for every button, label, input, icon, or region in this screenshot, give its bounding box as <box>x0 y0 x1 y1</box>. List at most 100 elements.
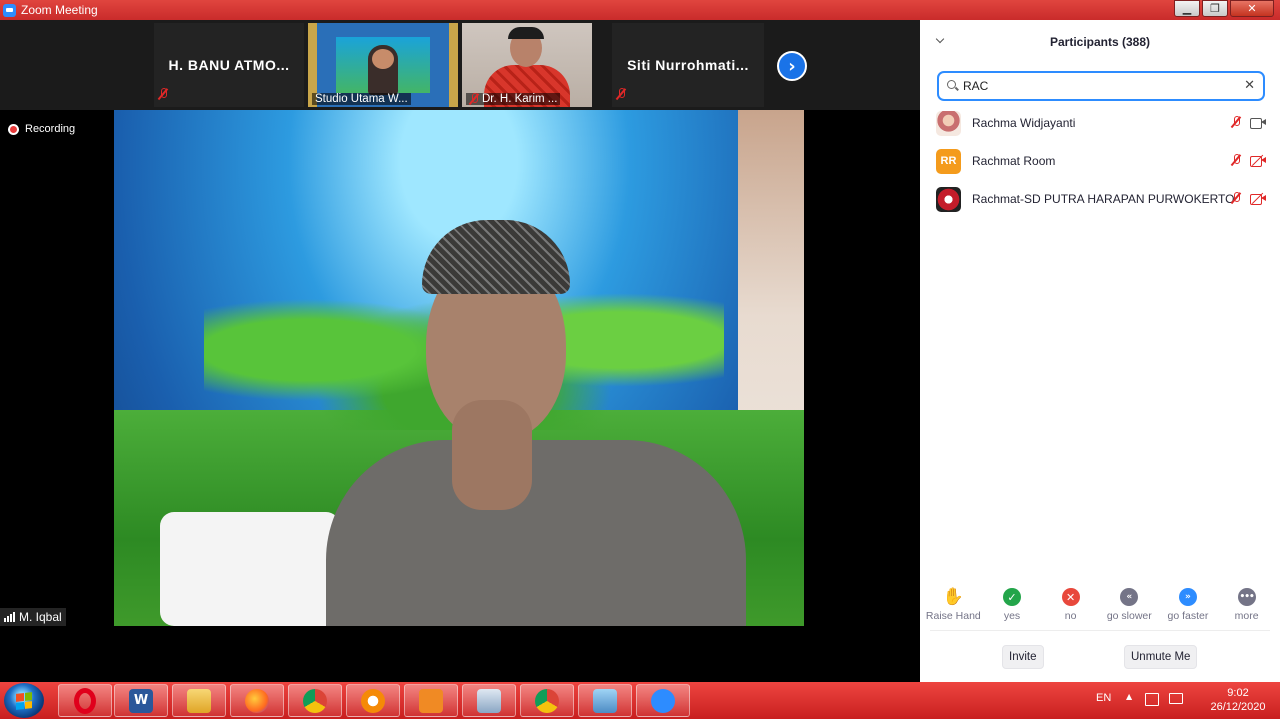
participant-search: ✕ <box>937 71 1265 101</box>
raise-hand-button[interactable]: ✋ Raise Hand <box>925 587 981 628</box>
mic-muted-icon <box>1231 116 1241 128</box>
tile-label: Studio Utama W... <box>312 93 411 105</box>
participant-tile[interactable]: Siti Nurrohmati... <box>612 23 764 107</box>
reaction-label: yes <box>1003 610 1021 622</box>
unmute-me-button[interactable]: Unmute Me <box>1124 645 1198 669</box>
file-explorer-icon <box>187 688 211 713</box>
participant-tile[interactable]: Dr. H. Karim ... <box>462 23 592 107</box>
participants-panel: Participants (388) ✕ Rachma Widjayanti R… <box>920 20 1280 682</box>
fast-forward-icon: » <box>1178 588 1197 606</box>
x-icon: ✕ <box>1061 588 1080 606</box>
participant-status <box>1231 154 1266 167</box>
taskbar-chrome[interactable] <box>288 684 342 717</box>
window-controls: ▁ ❐ ✕ <box>1174 0 1274 17</box>
video-on-icon <box>1250 117 1266 129</box>
word-icon: W <box>129 688 153 713</box>
list-item[interactable]: Rachma Widjayanti <box>920 104 1280 142</box>
photos-icon <box>593 688 617 713</box>
list-item[interactable]: RR Rachmat Room <box>920 142 1280 180</box>
title-bar: Zoom Meeting ▁ ❐ ✕ <box>0 0 1280 20</box>
yes-button[interactable]: ✓ yes <box>984 588 1040 628</box>
active-speaker-label: M. Iqbal <box>0 608 66 626</box>
participant-status <box>1231 192 1266 205</box>
thumbnail-strip: H. BANU ATMO... Studio Utama W... Dr. H.… <box>0 20 920 110</box>
close-window-button[interactable]: ✕ <box>1230 0 1274 17</box>
tile-name: Siti Nurrohmati... <box>627 57 749 73</box>
speaker-name: M. Iqbal <box>19 610 62 624</box>
recording-indicator: Recording <box>8 123 75 135</box>
opera-icon <box>74 687 96 714</box>
search-input[interactable] <box>963 79 1243 93</box>
go-slower-button[interactable]: « go slower <box>1101 588 1157 628</box>
video-sofa <box>160 512 340 626</box>
list-item[interactable]: Rachmat-SD PUTRA HARAPAN PURWOKERTO <box>920 180 1280 218</box>
mic-muted-icon <box>158 87 168 105</box>
avast-icon <box>361 688 385 713</box>
reaction-label: go faster <box>1167 610 1209 622</box>
taskbar-opera[interactable] <box>58 684 112 717</box>
taskbar-photos[interactable] <box>578 684 632 717</box>
no-button[interactable]: ✕ no <box>1043 588 1099 628</box>
panel-footer: Invite Unmute Me <box>920 645 1280 669</box>
participant-list: Rachma Widjayanti RR Rachmat Room Rachma… <box>920 104 1280 218</box>
feedback-reactions: ✋ Raise Hand ✓ yes ✕ no « go slower » go… <box>920 587 1280 628</box>
avatar <box>936 186 961 212</box>
recording-label: Recording <box>25 123 76 135</box>
participant-name: Rachmat-SD PUTRA HARAPAN PURWOKERTO <box>972 192 1235 206</box>
meeting-area: H. BANU ATMO... Studio Utama W... Dr. H.… <box>0 20 920 682</box>
invite-button[interactable]: Invite <box>1002 645 1044 669</box>
taskbar-network[interactable] <box>462 684 516 717</box>
media-player-icon <box>419 688 443 713</box>
participant-name: Rachma Widjayanti <box>972 116 1076 130</box>
active-speaker-video <box>114 110 804 626</box>
video-person-body <box>326 440 746 626</box>
language-indicator[interactable]: EN <box>1096 692 1111 704</box>
clock-date: 26/12/2020 <box>1210 701 1266 713</box>
mic-muted-icon <box>616 87 626 105</box>
video-off-icon <box>1250 192 1266 205</box>
check-icon: ✓ <box>1002 588 1021 606</box>
participants-header: Participants (388) <box>1049 35 1151 49</box>
chrome-profile-icon <box>535 688 559 713</box>
search-icon <box>947 80 959 92</box>
network-status-icon[interactable] <box>1169 693 1183 704</box>
chrome-icon <box>303 688 327 713</box>
firefox-icon <box>245 688 269 713</box>
mic-muted-icon <box>469 93 479 105</box>
taskbar-avast[interactable] <box>346 684 400 717</box>
taskbar-zoom[interactable] <box>636 684 690 717</box>
network-icon <box>477 688 501 713</box>
taskbar-chrome-profile[interactable] <box>520 684 574 717</box>
taskbar-media-player[interactable] <box>404 684 458 717</box>
zoom-icon <box>651 688 675 713</box>
video-person-hand <box>452 400 532 510</box>
reaction-label: Raise Hand <box>925 610 981 622</box>
maximize-button[interactable]: ❐ <box>1202 0 1228 17</box>
tile-name: H. BANU ATMO... <box>168 57 290 73</box>
tile-name: Dr. H. Karim ... <box>482 93 558 105</box>
minimize-button[interactable]: ▁ <box>1174 0 1200 17</box>
participant-tile[interactable]: Studio Utama W... <box>308 23 458 107</box>
clock-time: 9:02 <box>1227 687 1249 699</box>
mic-muted-icon <box>1231 154 1241 166</box>
go-faster-button[interactable]: » go faster <box>1160 588 1216 628</box>
signal-strength-icon <box>4 612 15 622</box>
windows-taskbar: W EN ▲ 9:02 26/12/2020 <box>0 682 1280 719</box>
more-button[interactable]: ••• more <box>1219 588 1275 628</box>
taskbar-file-explorer[interactable] <box>172 684 226 717</box>
participant-tile[interactable]: H. BANU ATMO... <box>154 23 304 107</box>
tile-name: Studio Utama W... <box>315 93 408 105</box>
taskbar-clock[interactable]: 9:02 26/12/2020 <box>1208 686 1268 714</box>
taskbar-word[interactable]: W <box>114 684 168 717</box>
taskbar-firefox[interactable] <box>230 684 284 717</box>
windows-logo-icon <box>16 691 32 710</box>
show-hidden-icons-icon[interactable]: ▲ <box>1126 692 1132 701</box>
mic-muted-icon <box>1231 192 1241 204</box>
divider <box>930 630 1270 631</box>
start-button[interactable] <box>4 683 44 718</box>
reaction-label: more <box>1234 610 1259 622</box>
recording-dot-icon <box>8 123 19 135</box>
clear-search-icon[interactable]: ✕ <box>1244 78 1255 93</box>
next-page-arrow-icon[interactable]: › <box>777 51 807 81</box>
action-center-icon[interactable] <box>1145 693 1159 706</box>
